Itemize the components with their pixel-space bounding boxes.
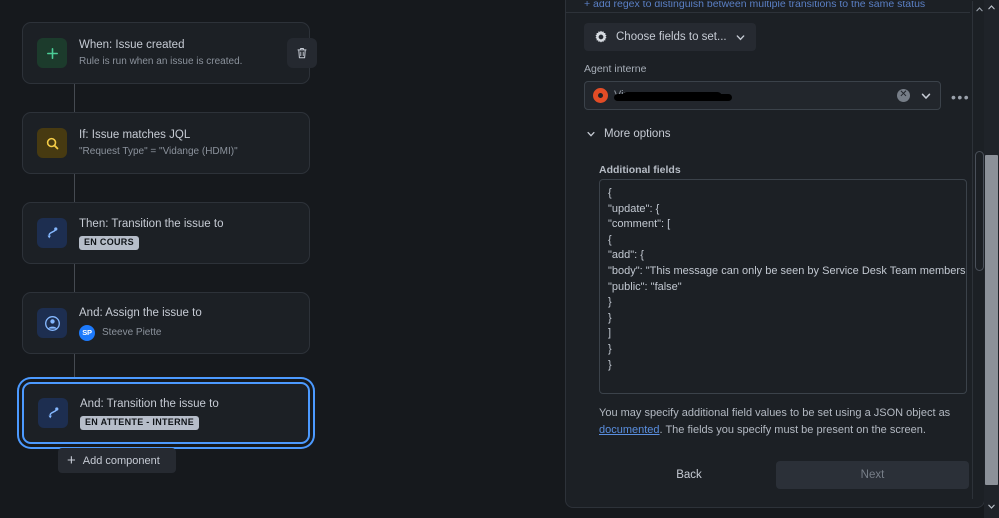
node-text: And: Assign the issue to SP Steeve Piett… bbox=[79, 306, 202, 341]
node-title: And: Transition the issue to bbox=[80, 397, 219, 410]
node-title: When: Issue created bbox=[79, 38, 185, 51]
additional-fields-help: You may specify additional field values … bbox=[599, 405, 969, 439]
avatar: SP bbox=[79, 324, 95, 341]
agent-select-field[interactable]: Vir ✕ bbox=[584, 81, 941, 110]
plus-icon: + bbox=[67, 451, 76, 469]
transition-icon bbox=[37, 218, 67, 248]
json-line: { bbox=[608, 233, 612, 246]
additional-fields-textarea[interactable]: { "update": { "comment": [ { "add": { "b… bbox=[599, 179, 967, 394]
node-subtitle: "Request Type" = "Vidange (HDMI)" bbox=[79, 145, 238, 157]
json-line: ] bbox=[608, 327, 612, 340]
plus-icon bbox=[37, 38, 67, 68]
json-line: "add": { bbox=[608, 249, 644, 262]
panel-footer: Back Next bbox=[599, 461, 969, 491]
json-line: "public": "false" bbox=[608, 280, 682, 293]
gear-icon bbox=[595, 30, 607, 43]
rule-node-when[interactable]: When: Issue created Rule is run when an … bbox=[22, 22, 310, 84]
status-badge: EN COURS bbox=[79, 235, 139, 250]
node-text: And: Transition the issue to EN ATTENTE … bbox=[80, 397, 219, 430]
node-title: Then: Transition the issue to bbox=[79, 217, 224, 230]
json-line: } bbox=[608, 342, 612, 355]
documented-link[interactable]: documented bbox=[599, 424, 660, 436]
additional-fields-label: Additional fields bbox=[599, 164, 681, 176]
window-scrollbar-thumb[interactable] bbox=[985, 155, 998, 485]
add-regex-link[interactable]: + add regex to distinguish between multi… bbox=[584, 1, 925, 10]
connector-line bbox=[74, 264, 75, 292]
connector-line bbox=[74, 354, 75, 382]
panel-divider bbox=[566, 12, 970, 13]
more-options-toggle[interactable]: More options bbox=[586, 128, 670, 140]
chevron-up-icon bbox=[988, 5, 995, 10]
redaction-mark bbox=[614, 94, 732, 101]
assignee-name: Steeve Piette bbox=[102, 327, 162, 338]
json-line: } bbox=[608, 296, 612, 309]
node-title: And: Assign the issue to bbox=[79, 306, 202, 319]
rule-node-then-transition[interactable]: Then: Transition the issue to EN COURS bbox=[22, 202, 310, 264]
agent-field-label: Agent interne bbox=[584, 63, 647, 75]
rule-node-and-transition[interactable]: And: Transition the issue to EN ATTENTE … bbox=[22, 382, 310, 444]
chevron-up-icon bbox=[976, 7, 983, 12]
next-button: Next bbox=[776, 461, 969, 489]
app-root: When: Issue created Rule is run when an … bbox=[0, 0, 999, 518]
panel-scroll-area: + add regex to distinguish between multi… bbox=[566, 1, 970, 499]
clear-circle-icon[interactable]: ✕ bbox=[897, 89, 910, 102]
action-config-panel: + add regex to distinguish between multi… bbox=[565, 0, 985, 508]
rule-node-assign[interactable]: And: Assign the issue to SP Steeve Piett… bbox=[22, 292, 310, 354]
add-component-label: Add component bbox=[82, 454, 160, 467]
node-title: If: Issue matches JQL bbox=[79, 128, 191, 141]
connector-line bbox=[74, 84, 75, 112]
scroll-down-button[interactable] bbox=[984, 501, 999, 516]
rule-canvas: When: Issue created Rule is run when an … bbox=[0, 0, 565, 518]
transition-icon bbox=[38, 398, 68, 428]
json-line: { bbox=[608, 187, 612, 199]
json-line: "body": "This message can only be seen b… bbox=[608, 264, 967, 277]
json-line: } bbox=[608, 358, 612, 371]
rule-node-if[interactable]: If: Issue matches JQL "Request Type" = "… bbox=[22, 112, 310, 174]
panel-scrollbar-thumb[interactable] bbox=[975, 151, 984, 271]
node-text: When: Issue created Rule is run when an … bbox=[79, 38, 242, 69]
chevron-down-icon bbox=[736, 34, 744, 40]
json-line: } bbox=[608, 311, 612, 324]
assignee-row: SP Steeve Piette bbox=[79, 324, 202, 341]
help-text-before: You may specify additional field values … bbox=[599, 407, 951, 419]
node-text: Then: Transition the issue to EN COURS bbox=[79, 217, 223, 250]
connector-line bbox=[74, 174, 75, 202]
chevron-down-icon bbox=[921, 93, 931, 99]
magnifier-icon bbox=[37, 128, 67, 158]
node-text: If: Issue matches JQL "Request Type" = "… bbox=[79, 128, 238, 159]
scroll-up-button[interactable] bbox=[984, 2, 999, 17]
more-dots-icon[interactable]: ••• bbox=[951, 89, 970, 105]
add-component-button[interactable]: + Add component bbox=[58, 448, 176, 473]
choose-fields-label: Choose fields to set... bbox=[616, 31, 727, 43]
avatar bbox=[593, 88, 608, 103]
person-icon bbox=[37, 308, 67, 338]
json-line: "comment": [ bbox=[608, 218, 671, 231]
json-line: "update": { bbox=[608, 202, 660, 215]
chevron-down-icon bbox=[587, 131, 595, 137]
status-badge: EN ATTENTE - INTERNE bbox=[80, 415, 199, 430]
chevron-down-icon bbox=[988, 504, 995, 509]
choose-fields-button[interactable]: Choose fields to set... bbox=[584, 23, 756, 51]
trash-icon bbox=[297, 48, 307, 59]
back-button[interactable]: Back bbox=[644, 461, 734, 489]
agent-value-redacted: Vir bbox=[614, 88, 897, 103]
help-text-after: . The fields you specify must be present… bbox=[659, 424, 926, 436]
node-subtitle: Rule is run when an issue is created. bbox=[79, 55, 243, 67]
window-scrollbar[interactable] bbox=[984, 0, 999, 518]
delete-rule-button[interactable] bbox=[287, 38, 317, 68]
more-options-label: More options bbox=[604, 128, 671, 140]
